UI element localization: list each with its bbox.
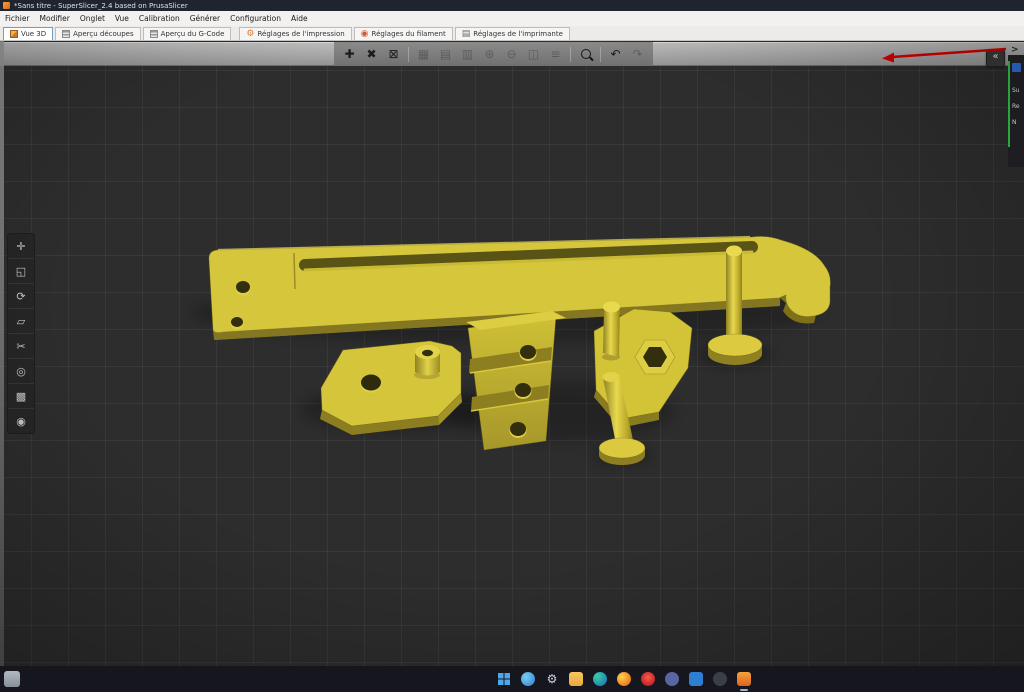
menu-generer[interactable]: Générer <box>185 11 225 26</box>
app-logo-icon <box>3 2 10 9</box>
menu-modifier[interactable]: Modifier <box>35 11 75 26</box>
edge-icon <box>593 672 607 686</box>
tab-label: Aperçu du G-Code <box>160 30 225 38</box>
titlebar: *Sans titre - SuperSlicer_2.4 based on P… <box>0 0 1024 11</box>
green-accent-bar <box>1008 61 1010 147</box>
3d-model[interactable] <box>0 41 1024 666</box>
menu-configuration[interactable]: Configuration <box>225 11 286 26</box>
collapse-sidebar-button[interactable]: « <box>986 49 1005 67</box>
part-hex-socket-plate[interactable] <box>593 301 693 429</box>
vscode-icon <box>689 672 703 686</box>
menu-fichier[interactable]: Fichier <box>0 11 35 26</box>
cube-icon <box>10 30 18 38</box>
window-title: *Sans titre - SuperSlicer_2.4 based on P… <box>14 1 188 10</box>
windows-logo-icon <box>498 673 510 685</box>
tab-label: Aperçu découpes <box>73 30 134 38</box>
3d-viewport[interactable]: ✚ ✖ ⊠ ▦ ▤ ▥ ⊕ ⊖ ◫ ≡ ↶ ↷ ✛ ◱ ⟳ ▱ ✂ ◎ ▩ ◉ <box>0 41 1024 666</box>
taskbar-edge-button[interactable] <box>590 669 610 689</box>
taskbar-file-explorer-button[interactable] <box>566 669 586 689</box>
taskbar-corner-icon[interactable] <box>4 671 20 687</box>
firefox-icon <box>617 672 631 686</box>
fragment-label: Re <box>1012 103 1020 110</box>
fragment-label: N <box>1012 119 1017 126</box>
taskbar-firefox-button[interactable] <box>614 669 634 689</box>
github-icon <box>713 672 727 686</box>
menubar: Fichier Modifier Onglet Vue Calibration … <box>0 11 1024 26</box>
discord-icon <box>665 672 679 686</box>
superslicer-window: *Sans titre - SuperSlicer_2.4 based on P… <box>0 0 1024 692</box>
menu-onglet[interactable]: Onglet <box>75 11 110 26</box>
expand-sidebar-icon[interactable]: > <box>1011 45 1019 55</box>
taskbar-search-button[interactable] <box>518 669 538 689</box>
menu-calibration[interactable]: Calibration <box>134 11 185 26</box>
filament-spool-icon: ◉ <box>360 28 369 39</box>
taskbar-opera-button[interactable] <box>638 669 658 689</box>
tab-vue-3d[interactable]: Vue 3D <box>3 27 54 40</box>
tab-reglages-filament[interactable]: ◉ Réglages du filament <box>353 27 453 40</box>
tab-reglages-imprimante[interactable]: ▤ Réglages de l'imprimante <box>454 27 570 40</box>
printer-icon: ▤ <box>461 28 471 39</box>
tab-apercu-gcode[interactable]: Aperçu du G-Code <box>142 27 232 40</box>
tab-reglages-impression[interactable]: ⚙ Réglages de l'impression <box>239 27 352 40</box>
windows-taskbar: ⚙ <box>0 666 1024 692</box>
opera-icon <box>641 672 655 686</box>
taskbar-superslicer-button[interactable] <box>734 669 754 691</box>
tab-label: Réglages de l'impression <box>257 30 345 38</box>
part-flat-plate-with-hole[interactable] <box>320 340 462 435</box>
search-app-icon <box>521 672 535 686</box>
taskbar-app-icons: ⚙ <box>494 669 754 691</box>
blue-panel-icon[interactable] <box>1012 63 1021 72</box>
fragment-label: Su <box>1012 87 1020 94</box>
tab-label: Réglages du filament <box>371 30 446 38</box>
taskbar-discord-button[interactable] <box>662 669 682 689</box>
tab-apercu-decoupes[interactable]: Aperçu découpes <box>55 27 141 40</box>
taskbar-vscode-button[interactable] <box>686 669 706 689</box>
folder-icon <box>569 672 583 686</box>
taskbar-github-button[interactable] <box>710 669 730 689</box>
superslicer-icon <box>737 672 751 686</box>
taskbar-settings-button[interactable]: ⚙ <box>542 669 562 689</box>
gcode-icon <box>149 30 158 38</box>
slices-icon <box>62 30 71 38</box>
tab-label: Vue 3D <box>21 30 47 38</box>
tab-label: Réglages de l'imprimante <box>473 30 563 38</box>
right-sidebar-fragment: Su Re N <box>1008 55 1024 167</box>
menu-aide[interactable]: Aide <box>286 11 313 26</box>
window-left-border <box>0 41 4 666</box>
menu-vue[interactable]: Vue <box>110 11 134 26</box>
tabbar: Vue 3D Aperçu découpes Aperçu du G-Code … <box>0 26 1024 41</box>
gear-icon: ⚙ <box>246 28 255 39</box>
taskbar-start-button[interactable] <box>494 669 514 689</box>
gear-icon: ⚙ <box>546 672 558 686</box>
